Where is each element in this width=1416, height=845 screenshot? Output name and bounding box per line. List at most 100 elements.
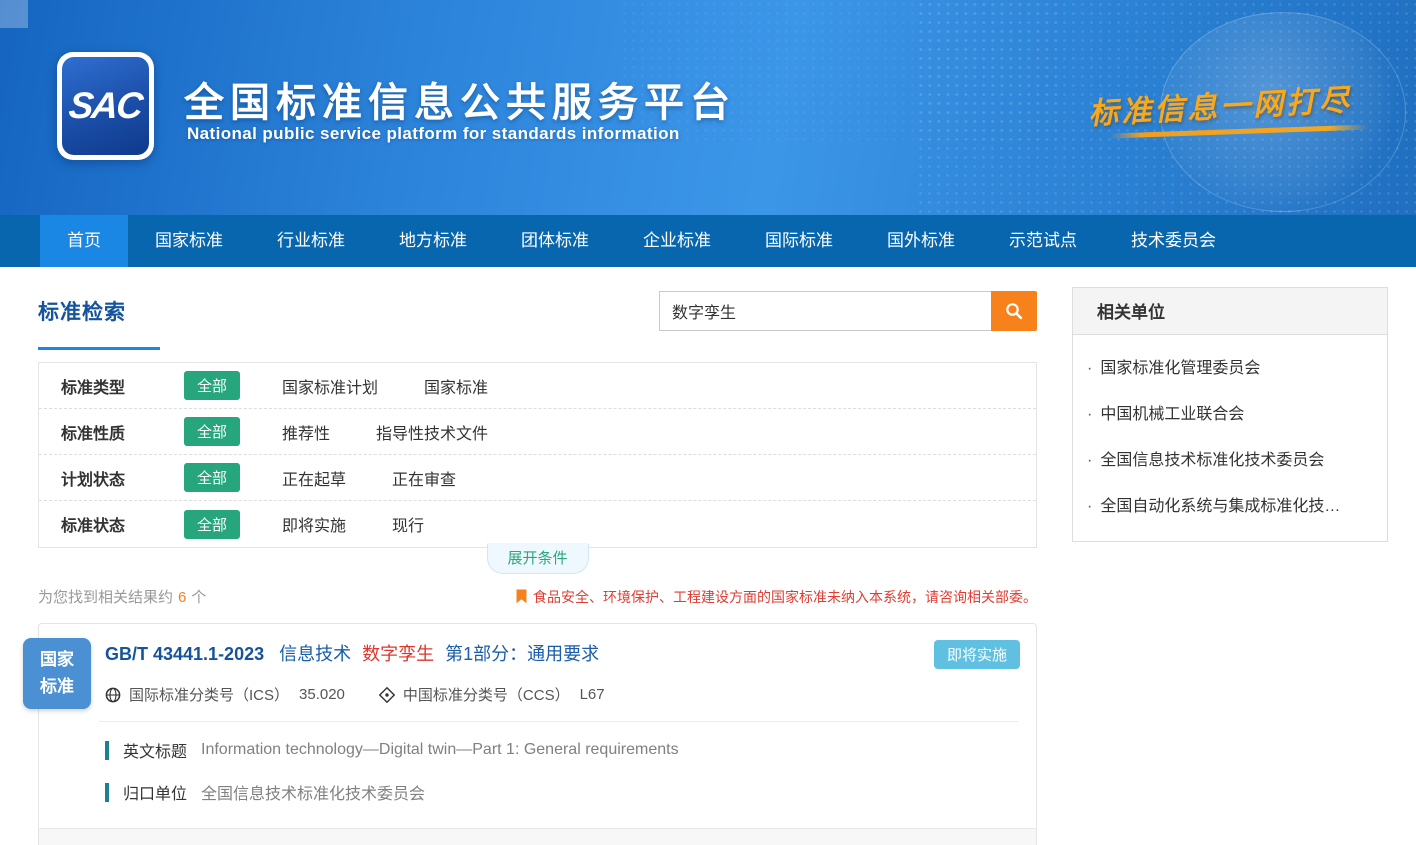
card-footer: 发布于 2023-11-27 实施于 2024-06-01 xyxy=(39,828,1036,845)
globe-icon xyxy=(105,687,121,703)
related-unit-label: 全国自动化系统与集成标准化技… xyxy=(1100,498,1340,515)
result-card: 国家 标准 GB/T 43441.1-2023 信息技术 数字孪生 第1部分：通… xyxy=(38,623,1037,845)
system-notice: 食品安全、环境保护、工程建设方面的国家标准未纳入本系统，请咨询相关部委。 xyxy=(516,587,1037,607)
related-unit-link[interactable]: 国家标准化管理委员会 xyxy=(1087,343,1371,389)
filter-label: 计划状态 xyxy=(61,466,156,490)
row-accent-bar xyxy=(105,741,109,760)
standard-title-part2: 第1部分：通用要求 xyxy=(445,644,599,664)
search-button[interactable] xyxy=(991,291,1037,331)
filter-option[interactable]: 即将实施 xyxy=(282,512,346,536)
standard-type-badge: 国家 标准 xyxy=(23,638,91,709)
filter-all-badge[interactable]: 全部 xyxy=(184,510,240,539)
filter-row: 标准状态 全部 即将实施 现行 xyxy=(39,501,1036,547)
section-title-underline xyxy=(38,347,160,350)
card-detail-row: 英文标题 Information technology—Digital twin… xyxy=(105,738,1036,762)
nav-tab[interactable]: 地方标准 xyxy=(372,215,494,267)
search-icon xyxy=(1004,301,1024,321)
type-badge-line2: 标准 xyxy=(40,674,74,700)
header-corner-decoration xyxy=(0,0,28,28)
implemented-date: 实施于 2024-06-01 xyxy=(860,841,1018,845)
bookmark-icon xyxy=(516,589,527,604)
filter-option[interactable]: 正在起草 xyxy=(282,466,346,490)
main-column: 标准检索 标准类型 全部 xyxy=(38,267,1037,845)
nav-tab-label: 首页 xyxy=(67,231,101,250)
section-title: 标准检索 xyxy=(38,296,126,326)
filter-label: 标准类型 xyxy=(61,374,156,398)
ccs-value: L67 xyxy=(580,686,605,703)
standard-code: GB/T 43441.1-2023 xyxy=(105,644,264,664)
related-unit-list: 国家标准化管理委员会 中国机械工业联合会 全国信息技术标准化技术委员会 全国自动… xyxy=(1073,335,1387,541)
filter-all-badge[interactable]: 全部 xyxy=(184,371,240,400)
filter-all-badge[interactable]: 全部 xyxy=(184,463,240,492)
nav-tab[interactable]: 国外标准 xyxy=(860,215,982,267)
main-nav: 首页 国家标准 行业标准 地方标准 团体标准 企业标准 国际标准 国外标准 示范… xyxy=(0,215,1416,267)
standard-title-link[interactable]: GB/T 43441.1-2023 信息技术 数字孪生 第1部分：通用要求 xyxy=(105,640,599,666)
nav-tab-label: 示范试点 xyxy=(1009,231,1077,250)
filter-options: 即将实施 现行 xyxy=(282,512,470,536)
filter-options: 正在起草 正在审查 xyxy=(282,466,502,490)
filter-options: 推荐性 指导性技术文件 xyxy=(282,420,534,444)
nav-tab[interactable]: 企业标准 xyxy=(616,215,738,267)
filter-rows: 标准类型 全部 国家标准计划 国家标准 标准性质 全部 xyxy=(39,363,1036,547)
notice-text: 食品安全、环境保护、工程建设方面的国家标准未纳入本系统，请咨询相关部委。 xyxy=(533,587,1037,607)
nav-tab-label: 国外标准 xyxy=(887,231,955,250)
row-value: Information technology—Digital twin—Part… xyxy=(201,741,679,759)
nav-tab-label: 行业标准 xyxy=(277,231,345,250)
ccs-group: 中国标准分类号（CCS） L67 xyxy=(379,684,605,705)
filter-row: 标准类型 全部 国家标准计划 国家标准 xyxy=(39,363,1036,409)
ics-group: 国际标准分类号（ICS） 35.020 xyxy=(105,684,345,705)
card-detail-rows: 英文标题 Information technology—Digital twin… xyxy=(39,722,1036,828)
expand-conditions-button[interactable]: 展开条件 xyxy=(486,543,588,574)
result-count-number: 6 xyxy=(178,589,186,606)
page-content: 标准检索 标准类型 全部 xyxy=(0,267,1416,845)
implemented-label: 实施于 xyxy=(882,841,930,845)
filter-option[interactable]: 推荐性 xyxy=(282,420,330,444)
nav-tab[interactable]: 示范试点 xyxy=(982,215,1104,267)
related-unit-link[interactable]: 全国自动化系统与集成标准化技… xyxy=(1087,481,1371,527)
card-head: GB/T 43441.1-2023 信息技术 数字孪生 第1部分：通用要求 即将… xyxy=(39,624,1036,669)
nav-tab[interactable]: 技术委员会 xyxy=(1104,215,1243,267)
ics-value: 35.020 xyxy=(299,686,345,703)
filter-panel: 标准类型 全部 国家标准计划 国家标准 标准性质 全部 xyxy=(38,362,1037,548)
site-subtitle: National public service platform for sta… xyxy=(187,124,680,144)
related-unit-link[interactable]: 中国机械工业联合会 xyxy=(1087,389,1371,435)
nav-tab-label: 企业标准 xyxy=(643,231,711,250)
published-label: 发布于 xyxy=(689,841,737,845)
sac-logo-inner: SAC xyxy=(62,57,149,155)
nav-tab[interactable]: 国际标准 xyxy=(738,215,860,267)
nav-tab-label: 技术委员会 xyxy=(1131,231,1216,250)
row-value: 全国信息技术标准化技术委员会 xyxy=(201,780,425,804)
nav-tab[interactable]: 首页 xyxy=(40,215,128,267)
filter-label: 标准状态 xyxy=(61,512,156,536)
nav-tab[interactable]: 团体标准 xyxy=(494,215,616,267)
sac-logo-text: SAC xyxy=(67,85,144,127)
nav-tab-label: 地方标准 xyxy=(399,231,467,250)
related-unit-link[interactable]: 全国信息技术标准化技术委员会 xyxy=(1087,435,1371,481)
compass-icon xyxy=(379,687,395,703)
nav-tab[interactable]: 行业标准 xyxy=(250,215,372,267)
ccs-label: 中国标准分类号（CCS） xyxy=(403,684,570,705)
nav-tab[interactable]: 国家标准 xyxy=(128,215,250,267)
result-count: 为您找到相关结果约6个 xyxy=(38,586,206,607)
nav-tab-label: 团体标准 xyxy=(521,231,589,250)
filter-option[interactable]: 指导性技术文件 xyxy=(376,420,488,444)
ics-label: 国际标准分类号（ICS） xyxy=(129,684,289,705)
standard-title-part1: 信息技术 xyxy=(279,644,351,664)
sidebar-title: 相关单位 xyxy=(1073,288,1387,335)
related-unit-label: 中国机械工业联合会 xyxy=(1100,406,1244,423)
status-badge: 即将实施 xyxy=(934,640,1020,669)
site-header: SAC 全国标准信息公共服务平台 National public service… xyxy=(0,0,1416,215)
nav-tab-list: 首页 国家标准 行业标准 地方标准 团体标准 企业标准 国际标准 国外标准 示范… xyxy=(0,215,1416,267)
filter-option[interactable]: 现行 xyxy=(392,512,424,536)
published-date: 发布于 2023-11-27 xyxy=(667,841,824,845)
filter-option[interactable]: 国家标准 xyxy=(424,374,488,398)
search-input[interactable] xyxy=(659,291,991,331)
filter-option[interactable]: 正在审查 xyxy=(392,466,456,490)
nav-tab-label: 国家标准 xyxy=(155,231,223,250)
filter-row: 标准性质 全部 推荐性 指导性技术文件 xyxy=(39,409,1036,455)
sac-logo: SAC xyxy=(57,52,154,160)
filter-all-badge[interactable]: 全部 xyxy=(184,417,240,446)
filter-option[interactable]: 国家标准计划 xyxy=(282,374,378,398)
filter-label: 标准性质 xyxy=(61,420,156,444)
site-title: 全国标准信息公共服务平台 xyxy=(184,70,736,128)
